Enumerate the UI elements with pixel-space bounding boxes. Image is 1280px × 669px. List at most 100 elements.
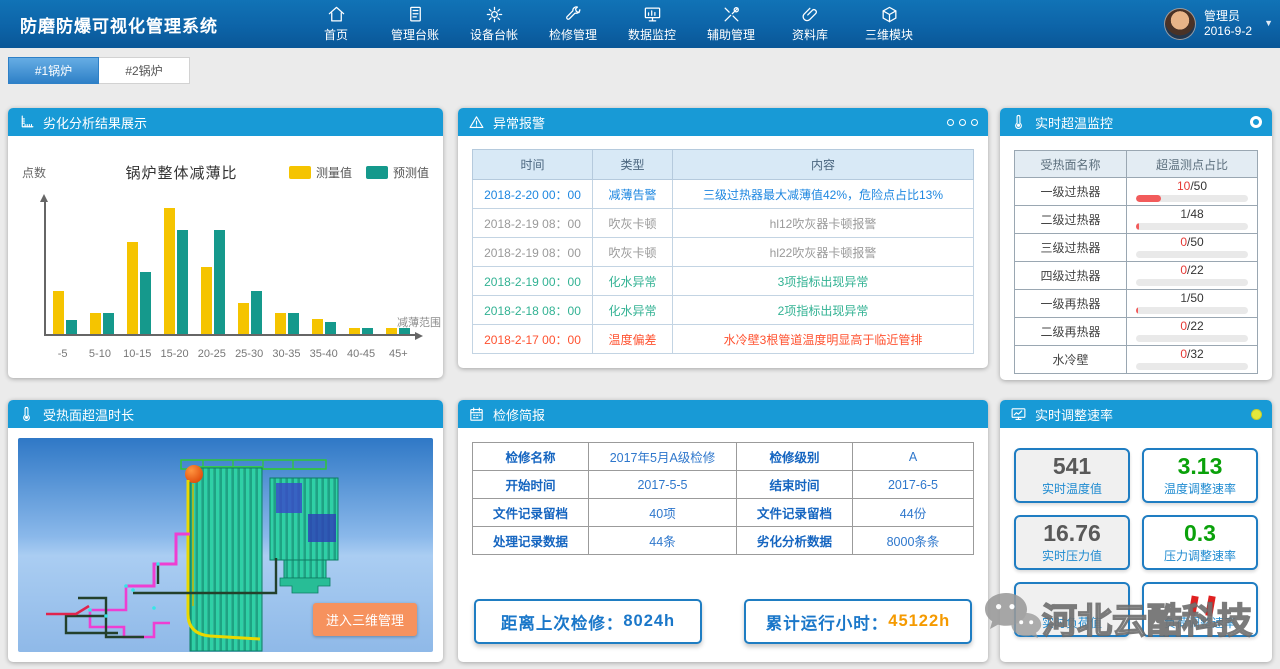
panel-degradation-title: 劣化分析结果展示: [43, 113, 147, 132]
panel-adjustment-header: 实时调整速率: [1000, 400, 1272, 428]
overtemp-denominator: /50: [1187, 235, 1204, 249]
overtemp-row: 一级过热器10/50: [1015, 178, 1258, 206]
bar-group: [269, 200, 306, 334]
maintenance-label: 结束时间: [737, 471, 853, 499]
overtemp-ratio-value: 0/22: [1127, 320, 1257, 333]
chart-x-axis-label: 减薄范围: [397, 314, 441, 330]
legend-item: 测量值: [289, 164, 352, 181]
since-last-repair-button[interactable]: 距离上次检修：8024h: [474, 599, 702, 644]
total-run-hours-button[interactable]: 累计运行小时：45122h: [744, 599, 972, 644]
overtemp-numerator: 0: [1180, 347, 1187, 361]
nav-menu: 首页管理台账 设备台帐检修管理 数据监控辅助管理资料库三维模块: [310, 5, 915, 43]
x-tick-label: 5-10: [81, 348, 118, 360]
alarm-row[interactable]: 2018-2-20 00：00减薄告警三级过热器最大减薄值42%，危险点占比13…: [473, 180, 974, 209]
bar-预测值: [251, 291, 262, 334]
metric-value: 3.13: [1178, 454, 1223, 479]
maintenance-label: 文件记录留档: [473, 499, 589, 527]
panel-maintenance-brief: 检修简报 检修名称2017年5月A级检修检修级别A开始时间2017-5-5结束时…: [458, 400, 988, 662]
x-tick-label: 45+: [380, 348, 417, 360]
panel-adjustment-title: 实时调整速率: [1035, 405, 1113, 424]
maintenance-value: 40项: [589, 499, 737, 527]
maintenance-label: 开始时间: [473, 471, 589, 499]
overtemp-progress-track: [1136, 251, 1248, 258]
enter-3d-management-button[interactable]: 进入三维管理: [313, 603, 417, 636]
clip-icon: [801, 5, 820, 24]
bar-预测值: [214, 230, 225, 334]
alarms-table: 时间类型内容 2018-2-20 00：00减薄告警三级过热器最大减薄值42%，…: [472, 149, 974, 354]
nav-item-home[interactable]: 首页: [310, 5, 362, 43]
panel-menu-dots-icon[interactable]: [942, 119, 978, 126]
alarm-row[interactable]: 2018-2-19 08：00吹灰卡顿hl22吹灰器卡顿报警: [473, 238, 974, 267]
cube-icon: [880, 5, 899, 24]
legend-item: 预测值: [366, 164, 429, 181]
monitor-chart-icon: [1010, 406, 1027, 423]
legend-swatch: [366, 166, 388, 179]
tab-boiler1[interactable]: #1锅炉: [8, 57, 99, 84]
x-tick-label: 15-20: [156, 348, 193, 360]
alarm-row[interactable]: 2018-2-19 08：00吹灰卡顿hl12吹灰器卡顿报警: [473, 209, 974, 238]
alarm-type: 吹灰卡顿: [593, 238, 673, 267]
overtemp-numerator: 0: [1180, 235, 1187, 249]
nav-item-ledger[interactable]: 管理台账: [389, 5, 441, 43]
tools-icon: [722, 5, 741, 24]
maintenance-label: 文件记录留档: [737, 499, 853, 527]
top-nav-bar: 防磨防爆可视化管理系统 首页管理台账设备台帐检修管理数据监控辅助管理资料库三维模…: [0, 0, 1280, 48]
alarm-row[interactable]: 2018-2-19 00：00化水异常3项指标出现异常: [473, 267, 974, 296]
panel-overtemp-header: 实时超温监控: [1000, 108, 1272, 136]
maintenance-row: 文件记录留档40项文件记录留档44份: [473, 499, 974, 527]
metric-label: 实时压力值: [1042, 547, 1102, 564]
overtemp-progress-fill: [1136, 307, 1138, 314]
overtemp-column-header: 受热面名称: [1015, 151, 1127, 178]
overtemp-ratio-cell: 1/50: [1127, 290, 1258, 318]
nav-item-label: 管理台账: [391, 26, 439, 43]
chart-y-axis-label: 点数: [22, 164, 82, 181]
bar-预测值: [288, 313, 299, 334]
maintenance-table: 检修名称2017年5月A级检修检修级别A开始时间2017-5-5结束时间2017…: [472, 442, 974, 555]
overtemp-progress-fill: [1136, 223, 1139, 230]
nav-item-data-monitor[interactable]: 数据监控: [626, 5, 678, 43]
boiler-3d-view[interactable]: 进入三维管理: [18, 438, 433, 652]
alarm-type: 化水异常: [593, 267, 673, 296]
alarm-row[interactable]: 2018-2-17 00：00温度偏差水冷壁3根管道温度明显高于临近管排: [473, 325, 974, 354]
overtemp-ratio-value: 0/50: [1127, 236, 1257, 249]
bar-预测值: [177, 230, 188, 334]
bar-预测值: [66, 320, 77, 334]
calendar-icon: [468, 406, 485, 423]
nav-item-library[interactable]: 资料库: [784, 5, 836, 43]
nav-item-repair[interactable]: 检修管理: [547, 5, 599, 43]
legend-swatch: [289, 166, 311, 179]
user-menu-caret-icon[interactable]: ▼: [1264, 18, 1273, 28]
nav-item-equipment[interactable]: 设备台帐: [468, 5, 520, 43]
boiler-tabs: #1锅炉#2锅炉: [8, 57, 190, 84]
metric-label: 负荷调整速率: [1164, 614, 1236, 631]
maintenance-label: 劣化分析数据: [737, 527, 853, 555]
chart-legend: 测量值预测值: [281, 164, 429, 181]
big-button-value: 45122h: [888, 612, 950, 631]
overtemp-denominator: /48: [1187, 207, 1204, 221]
panel-duration-title: 受热面超温时长: [43, 405, 134, 424]
overtemp-numerator: 0: [1180, 319, 1187, 333]
alarm-content: 2项指标出现异常: [673, 296, 974, 325]
maintenance-label: 处理记录数据: [473, 527, 589, 555]
bar-group: [231, 200, 268, 334]
panel-alarms-header: 异常报警: [458, 108, 988, 136]
degradation-chart: 点数 锅炉整体减薄比 测量值预测值 -55-1010-1515-2020-252…: [8, 136, 443, 378]
nav-item-auxiliary[interactable]: 辅助管理: [705, 5, 757, 43]
tab-boiler2[interactable]: #2锅炉: [99, 57, 190, 84]
legend-label: 测量值: [316, 164, 352, 181]
metric-label: 实时温度值: [1042, 480, 1102, 497]
maintenance-buttons: 距离上次检修：8024h 累计运行小时：45122h: [458, 599, 988, 644]
alarms-column-header: 类型: [593, 150, 673, 180]
maintenance-value: 44条: [589, 527, 737, 555]
chart-plot-area: [44, 200, 417, 336]
overtemp-progress-track: [1136, 223, 1248, 230]
overtemp-numerator: 0: [1180, 263, 1187, 277]
x-tick-label: -5: [44, 348, 81, 360]
x-tick-label: 25-30: [230, 348, 267, 360]
alarm-row[interactable]: 2018-2-18 08：00化水异常2项指标出现异常: [473, 296, 974, 325]
metric-value: 16.76: [1043, 521, 1101, 546]
nav-item-label: 检修管理: [549, 26, 597, 43]
nav-item-three-d[interactable]: 三维模块: [863, 5, 915, 43]
panel-overtemp-monitor: 实时超温监控 受热面名称超温测点占比 一级过热器10/50二级过热器1/48三级…: [1000, 108, 1272, 380]
user-block[interactable]: 管理员 2016-9-2: [1164, 8, 1252, 40]
